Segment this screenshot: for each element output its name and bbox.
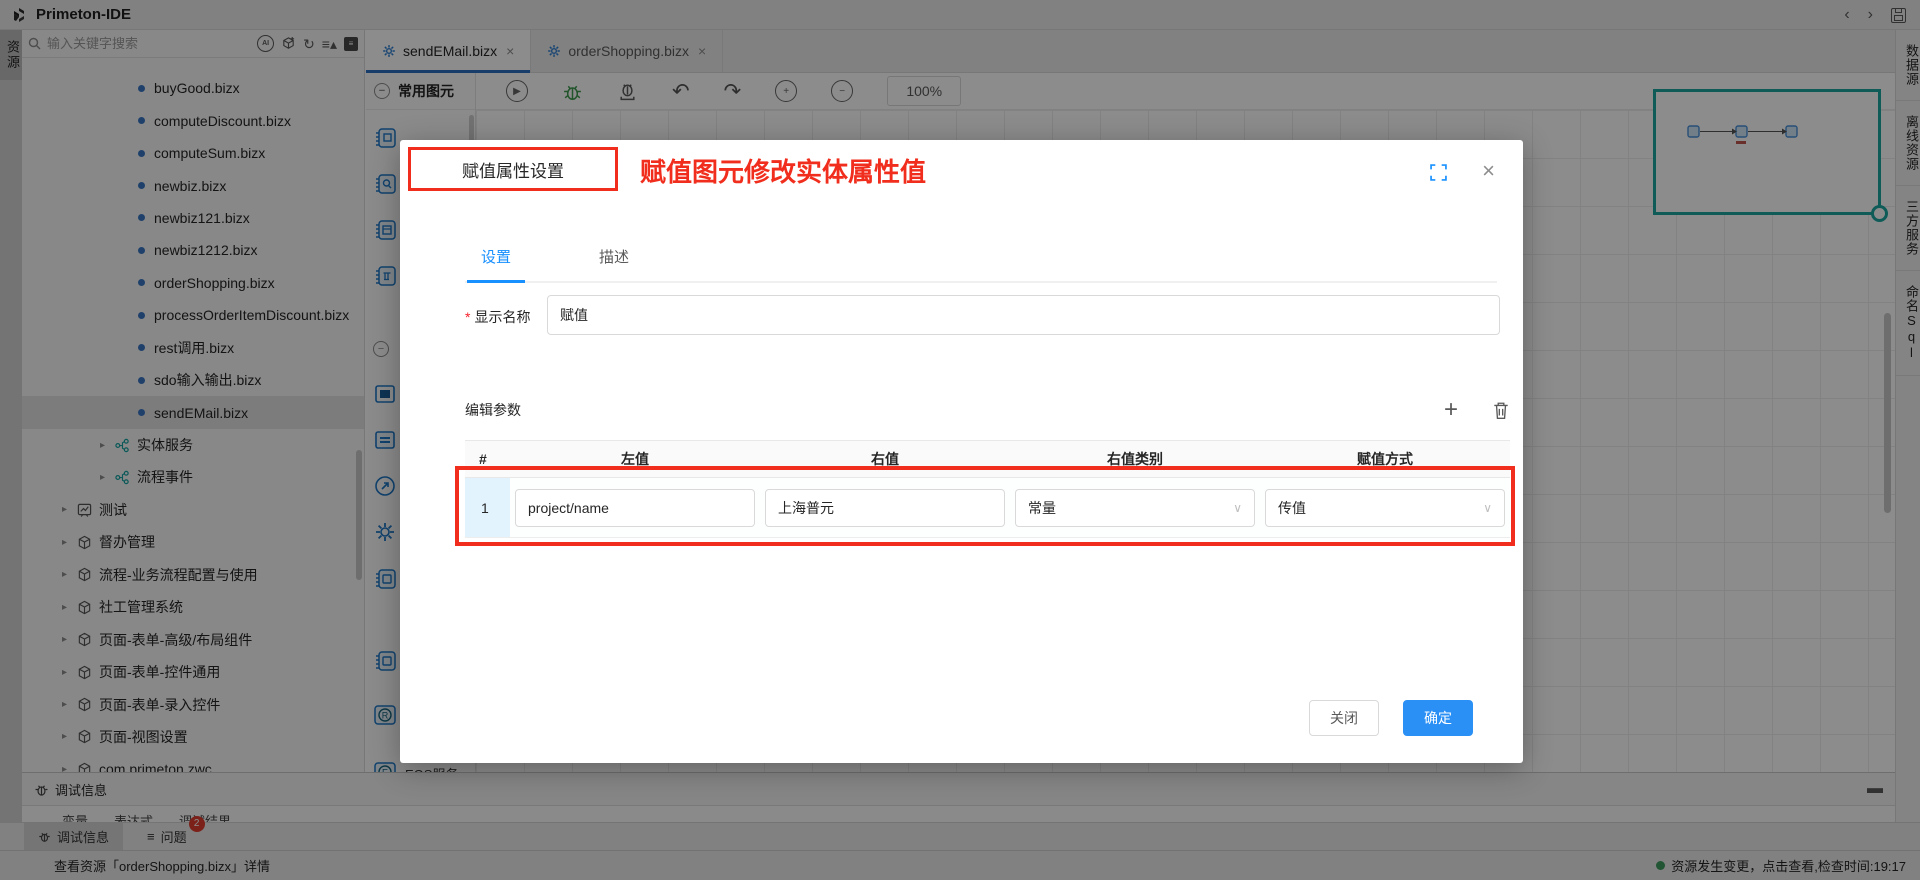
param-row[interactable]: 1 常量∨ 传值∨ <box>465 478 1510 538</box>
fullscreen-icon[interactable] <box>1430 164 1447 181</box>
close-button[interactable]: 关闭 <box>1309 700 1379 736</box>
column-header: # <box>465 451 510 467</box>
left-value-input[interactable] <box>515 489 755 527</box>
column-header: 赋值方式 <box>1260 449 1510 469</box>
right-type-select[interactable]: 常量∨ <box>1015 489 1255 527</box>
ok-button[interactable]: 确定 <box>1403 700 1473 736</box>
display-name-input[interactable] <box>547 295 1500 335</box>
delete-param-icon[interactable] <box>1492 401 1510 420</box>
display-name-label: *显示名称 <box>465 307 530 327</box>
params-table: #左值右值右值类别赋值方式 1 常量∨ 传值∨ <box>465 440 1510 538</box>
chevron-down-icon: ∨ <box>1483 501 1492 515</box>
annotation-text: 赋值图元修改实体属性值 <box>640 152 926 189</box>
dialog-tabs: 设置 描述 <box>465 240 1497 283</box>
column-header: 右值类别 <box>1010 449 1260 469</box>
add-param-icon[interactable]: + <box>1444 398 1458 422</box>
required-asterisk: * <box>465 309 470 325</box>
dialog-title: 赋值属性设置 <box>462 157 564 182</box>
primeton-ide-window: Primeton-IDE ‹ › 资源 buyGood.bizxcomputeD… <box>0 0 1920 880</box>
dialog-tab[interactable]: 描述 <box>599 240 629 281</box>
close-icon[interactable]: × <box>1482 158 1495 184</box>
column-header: 左值 <box>510 449 760 469</box>
assign-mode-select[interactable]: 传值∨ <box>1265 489 1505 527</box>
annotation-rectangle-title: 赋值属性设置 <box>408 147 618 191</box>
right-value-input[interactable] <box>765 489 1005 527</box>
edit-params-title: 编辑参数 <box>465 400 521 420</box>
chevron-down-icon: ∨ <box>1233 501 1242 515</box>
params-table-body: 1 常量∨ 传值∨ <box>465 478 1510 538</box>
row-index: 1 <box>465 478 510 537</box>
dialog-tab[interactable]: 设置 <box>481 240 511 281</box>
assign-properties-dialog: 赋值属性设置 赋值图元修改实体属性值 × 设置 描述 *显示名称 编辑参数 + #… <box>400 140 1523 763</box>
column-header: 右值 <box>760 449 1010 469</box>
params-table-header: #左值右值右值类别赋值方式 <box>465 440 1510 478</box>
